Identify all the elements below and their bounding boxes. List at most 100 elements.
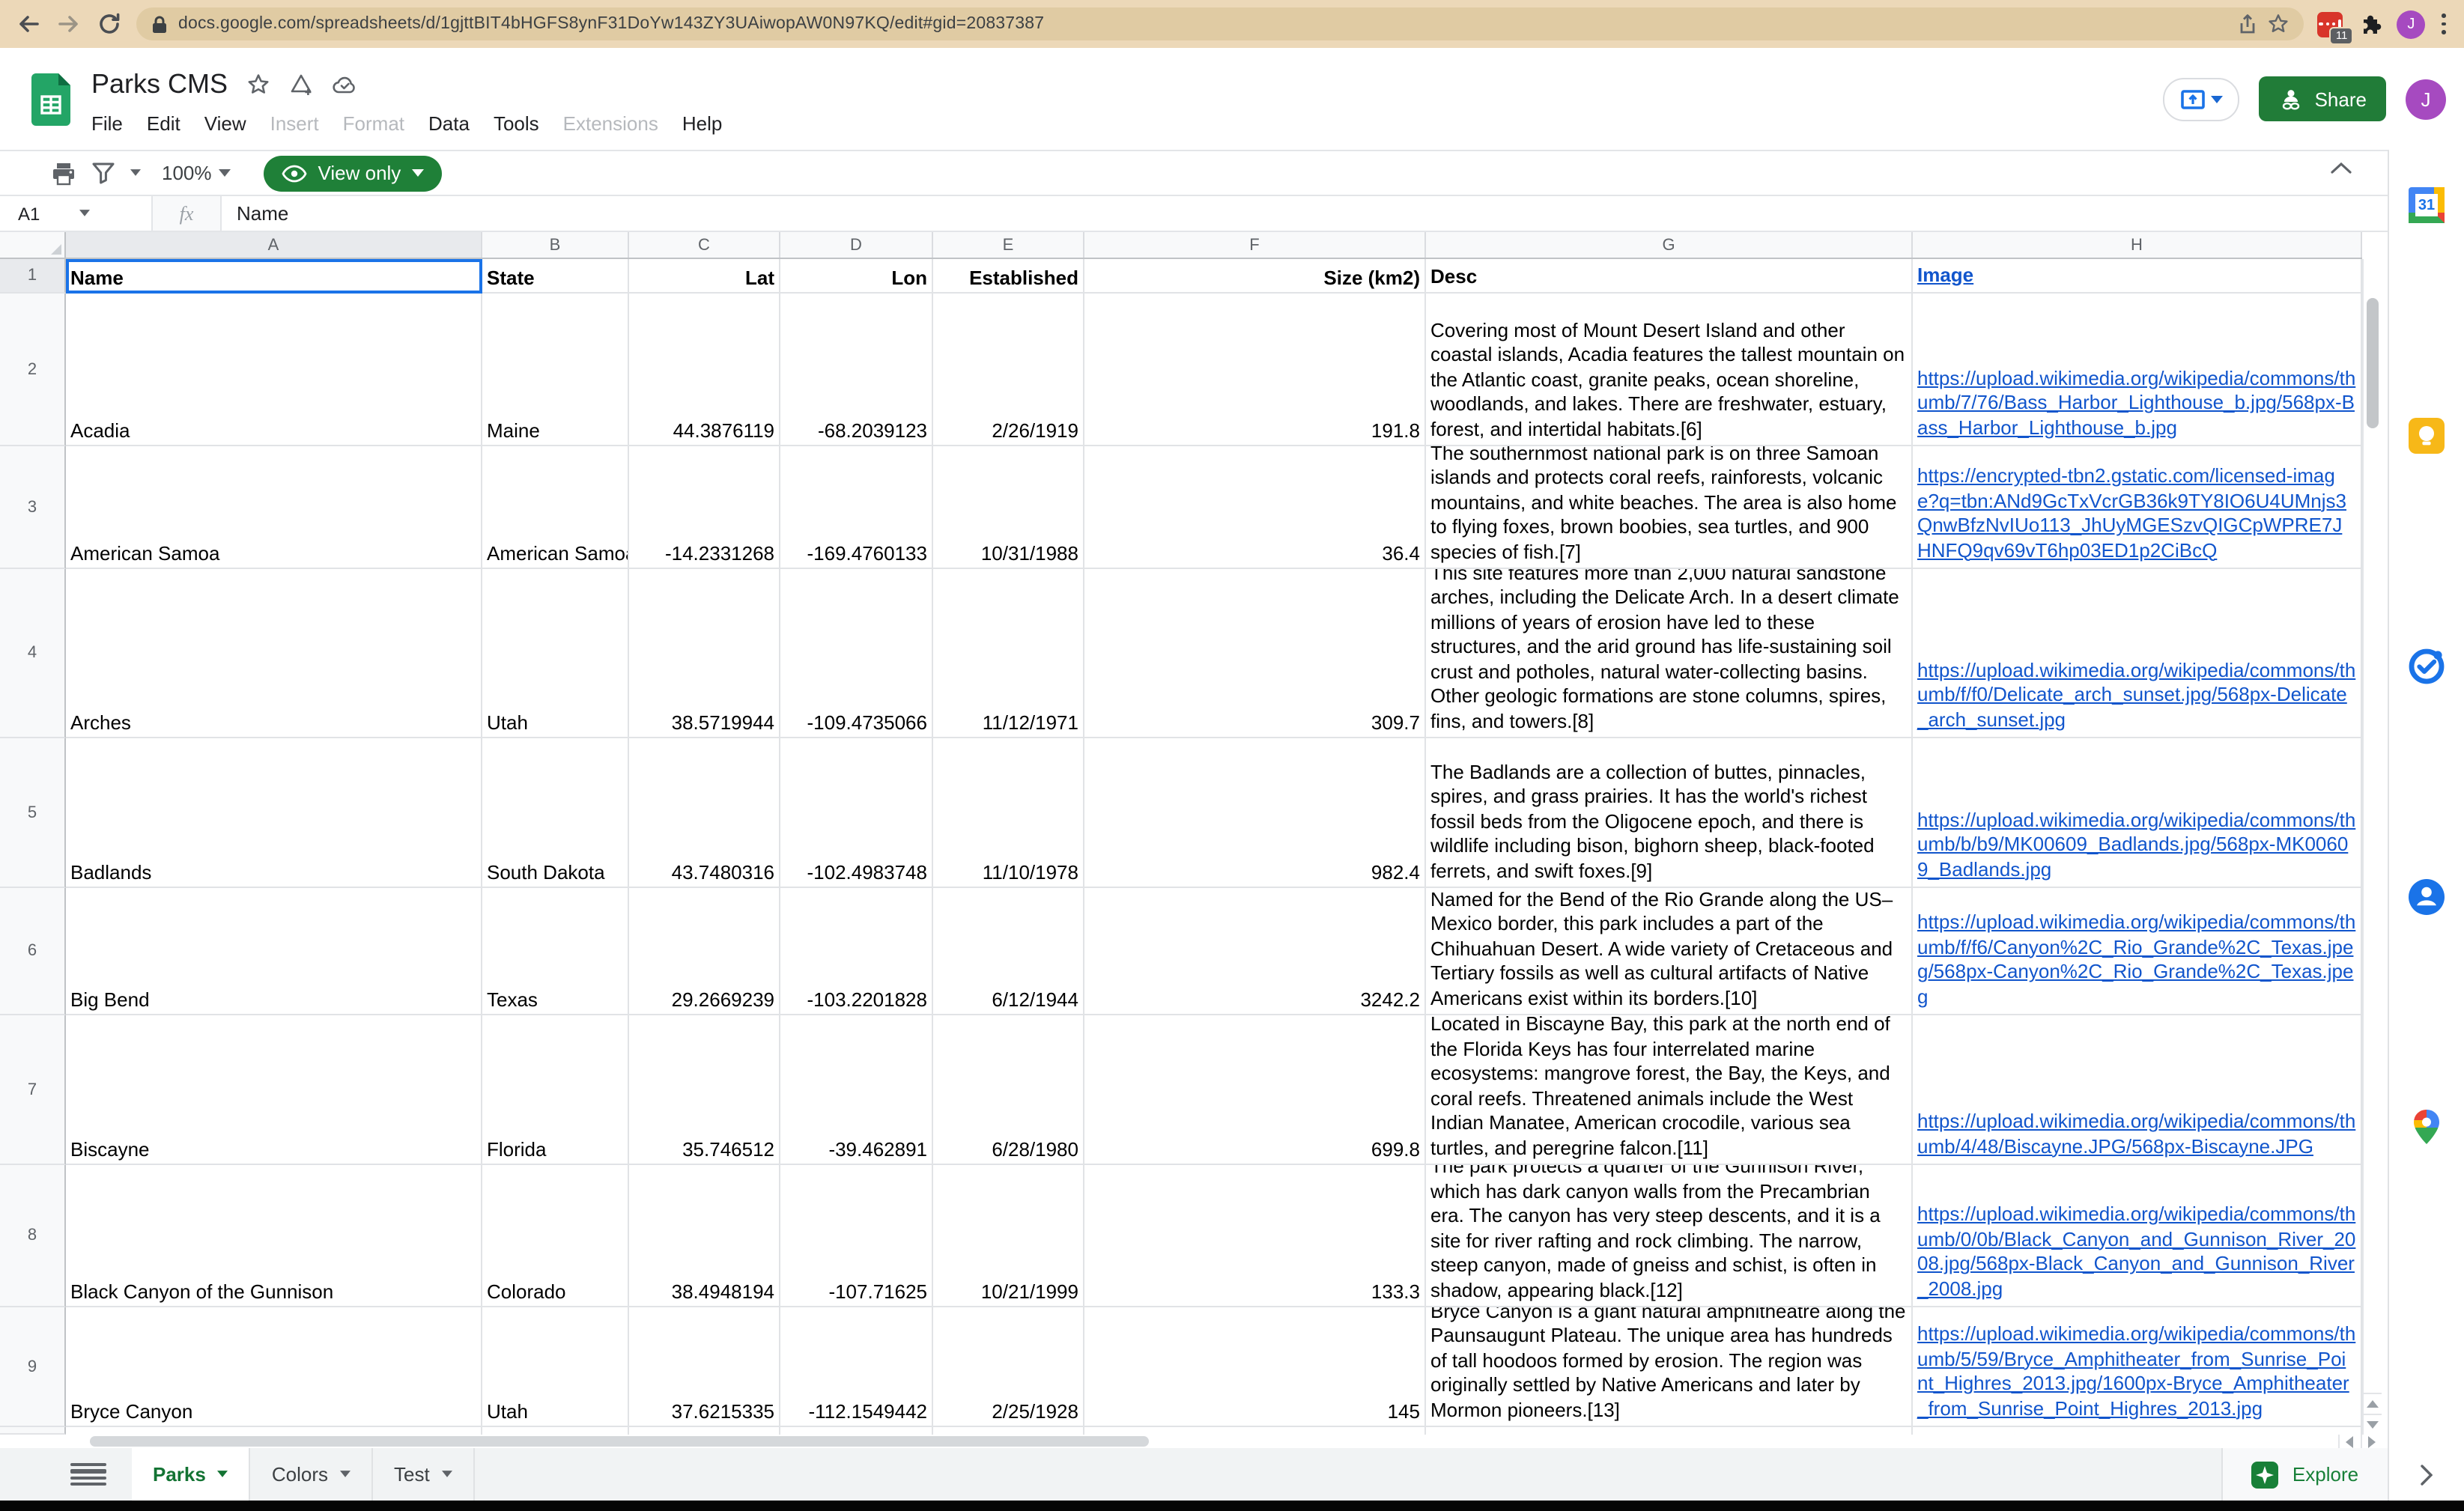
sheets-logo-icon[interactable] <box>31 73 70 125</box>
cell-E4[interactable]: 11/12/1971 <box>933 569 1084 738</box>
cell-H9[interactable]: https://upload.wikimedia.org/wikipedia/c… <box>1913 1307 2362 1427</box>
cell-G1[interactable]: Desc <box>1426 259 1913 294</box>
column-header-C[interactable]: C <box>629 232 780 258</box>
row-header-7[interactable]: 7 <box>0 1015 66 1165</box>
bookmark-star-icon[interactable] <box>2268 13 2289 34</box>
cell-A10[interactable] <box>66 1427 482 1435</box>
label-icon[interactable] <box>289 73 313 96</box>
back-icon[interactable] <box>15 10 42 37</box>
cell-E3[interactable]: 10/31/1988 <box>933 446 1084 569</box>
cell-D7[interactable]: -39.462891 <box>780 1015 933 1165</box>
menu-insert[interactable]: Insert <box>258 107 331 139</box>
share-button[interactable]: Share <box>2260 76 2386 121</box>
scroll-up-icon[interactable] <box>2364 1393 2382 1414</box>
cell-C7[interactable]: 35.746512 <box>629 1015 780 1165</box>
collapse-toolbar-icon[interactable] <box>2331 162 2352 174</box>
image-link[interactable]: https://encrypted-tbn2.gstatic.com/licen… <box>1917 464 2356 563</box>
cell-E2[interactable]: 2/26/1919 <box>933 294 1084 446</box>
cell-F9[interactable]: 145 <box>1084 1307 1426 1427</box>
cell-H1[interactable]: Image <box>1913 259 2362 294</box>
cell-A2[interactable]: Acadia <box>66 294 482 446</box>
cell-G7[interactable]: Located in Biscayne Bay, this park at th… <box>1426 1015 1913 1165</box>
cell-A1[interactable]: Name <box>66 259 482 294</box>
column-header-B[interactable]: B <box>482 232 629 258</box>
extensions-puzzle-icon[interactable] <box>2356 10 2383 37</box>
cell-B10[interactable] <box>482 1427 629 1435</box>
cell-H10[interactable] <box>1913 1427 2362 1435</box>
cell-G8[interactable]: The park protects a quarter of the Gunni… <box>1426 1165 1913 1307</box>
cell-H4[interactable]: https://upload.wikimedia.org/wikipedia/c… <box>1913 569 2362 738</box>
show-side-panel-icon[interactable] <box>2389 1465 2464 1486</box>
formula-input[interactable]: Name <box>222 196 2388 231</box>
horizontal-scrollbar-thumb[interactable] <box>90 1436 1149 1447</box>
select-all-corner[interactable] <box>0 232 66 258</box>
cell-A7[interactable]: Biscayne <box>66 1015 482 1165</box>
image-link[interactable]: https://upload.wikimedia.org/wikipedia/c… <box>1917 658 2356 732</box>
scroll-down-icon[interactable] <box>2364 1414 2382 1435</box>
view-only-button[interactable]: View only <box>264 155 442 191</box>
google-contacts-icon[interactable] <box>2407 878 2446 916</box>
google-maps-icon[interactable] <box>2409 1108 2445 1147</box>
zoom-dropdown-caret[interactable] <box>219 169 231 177</box>
cell-C10[interactable] <box>629 1427 780 1435</box>
cell-H6[interactable]: https://upload.wikimedia.org/wikipedia/c… <box>1913 888 2362 1015</box>
cell-D5[interactable]: -102.4983748 <box>780 738 933 888</box>
row-header-3[interactable]: 3 <box>0 446 66 569</box>
cell-E7[interactable]: 6/28/1980 <box>933 1015 1084 1165</box>
cell-D6[interactable]: -103.2201828 <box>780 888 933 1015</box>
cell-G9[interactable]: Bryce Canyon is a giant natural amphithe… <box>1426 1307 1913 1427</box>
cell-E1[interactable]: Established <box>933 259 1084 294</box>
cell-A9[interactable]: Bryce Canyon <box>66 1307 482 1427</box>
cell-C4[interactable]: 38.5719944 <box>629 569 780 738</box>
row-header-5[interactable]: 5 <box>0 738 66 888</box>
column-header-H[interactable]: H <box>1913 232 2362 258</box>
filter-dropdown-caret[interactable] <box>130 170 141 177</box>
cell-H8[interactable]: https://upload.wikimedia.org/wikipedia/c… <box>1913 1165 2362 1307</box>
column-header-E[interactable]: E <box>933 232 1084 258</box>
image-link[interactable]: https://upload.wikimedia.org/wikipedia/c… <box>1917 366 2356 440</box>
menu-data[interactable]: Data <box>416 107 482 139</box>
column-header-D[interactable]: D <box>780 232 933 258</box>
menu-edit[interactable]: Edit <box>135 107 192 139</box>
menu-file[interactable]: File <box>79 107 135 139</box>
row-header-1[interactable]: 1 <box>0 259 66 294</box>
browser-profile-avatar[interactable]: J <box>2397 10 2425 38</box>
cell-B1[interactable]: State <box>482 259 629 294</box>
menu-help[interactable]: Help <box>670 107 735 139</box>
cell-G2[interactable]: Covering most of Mount Desert Island and… <box>1426 294 1913 446</box>
cell-F3[interactable]: 36.4 <box>1084 446 1426 569</box>
row-header-6[interactable]: 6 <box>0 888 66 1015</box>
sheet-tab-menu-caret[interactable] <box>218 1471 228 1478</box>
sheet-tab-colors[interactable]: Colors <box>251 1448 373 1501</box>
share-page-icon[interactable] <box>2238 13 2257 34</box>
google-calendar-icon[interactable]: 31 <box>2407 186 2446 225</box>
sheet-tab-menu-caret[interactable] <box>340 1471 351 1478</box>
image-link[interactable]: https://upload.wikimedia.org/wikipedia/c… <box>1917 1203 2356 1301</box>
browser-menu-icon[interactable] <box>2439 11 2449 37</box>
cell-B8[interactable]: Colorado <box>482 1165 629 1307</box>
cell-D1[interactable]: Lon <box>780 259 933 294</box>
cell-G5[interactable]: The Badlands are a collection of buttes,… <box>1426 738 1913 888</box>
cell-G4[interactable]: This site features more than 2,000 natur… <box>1426 569 1913 738</box>
column-header-F[interactable]: F <box>1084 232 1426 258</box>
cell-H7[interactable]: https://upload.wikimedia.org/wikipedia/c… <box>1913 1015 2362 1165</box>
cell-C8[interactable]: 38.4948194 <box>629 1165 780 1307</box>
cell-C5[interactable]: 43.7480316 <box>629 738 780 888</box>
cell-B6[interactable]: Texas <box>482 888 629 1015</box>
cell-E6[interactable]: 6/12/1944 <box>933 888 1084 1015</box>
cell-B2[interactable]: Maine <box>482 294 629 446</box>
url-text[interactable]: docs.google.com/spreadsheets/d/1gjttBIT4… <box>178 15 2227 33</box>
cell-D10[interactable] <box>780 1427 933 1435</box>
cell-B9[interactable]: Utah <box>482 1307 629 1427</box>
sheet-tab-menu-caret[interactable] <box>442 1471 452 1478</box>
cell-A6[interactable]: Big Bend <box>66 888 482 1015</box>
cell-A8[interactable]: Black Canyon of the Gunnison <box>66 1165 482 1307</box>
cell-D8[interactable]: -107.71625 <box>780 1165 933 1307</box>
document-title[interactable]: Parks CMS <box>91 69 228 100</box>
vertical-scrollbar[interactable] <box>2362 259 2382 1435</box>
address-bar[interactable]: docs.google.com/spreadsheets/d/1gjttBIT4… <box>136 7 2304 40</box>
name-box[interactable]: A1 <box>0 196 151 231</box>
cell-C2[interactable]: 44.3876119 <box>629 294 780 446</box>
cell-D2[interactable]: -68.2039123 <box>780 294 933 446</box>
cell-B4[interactable]: Utah <box>482 569 629 738</box>
